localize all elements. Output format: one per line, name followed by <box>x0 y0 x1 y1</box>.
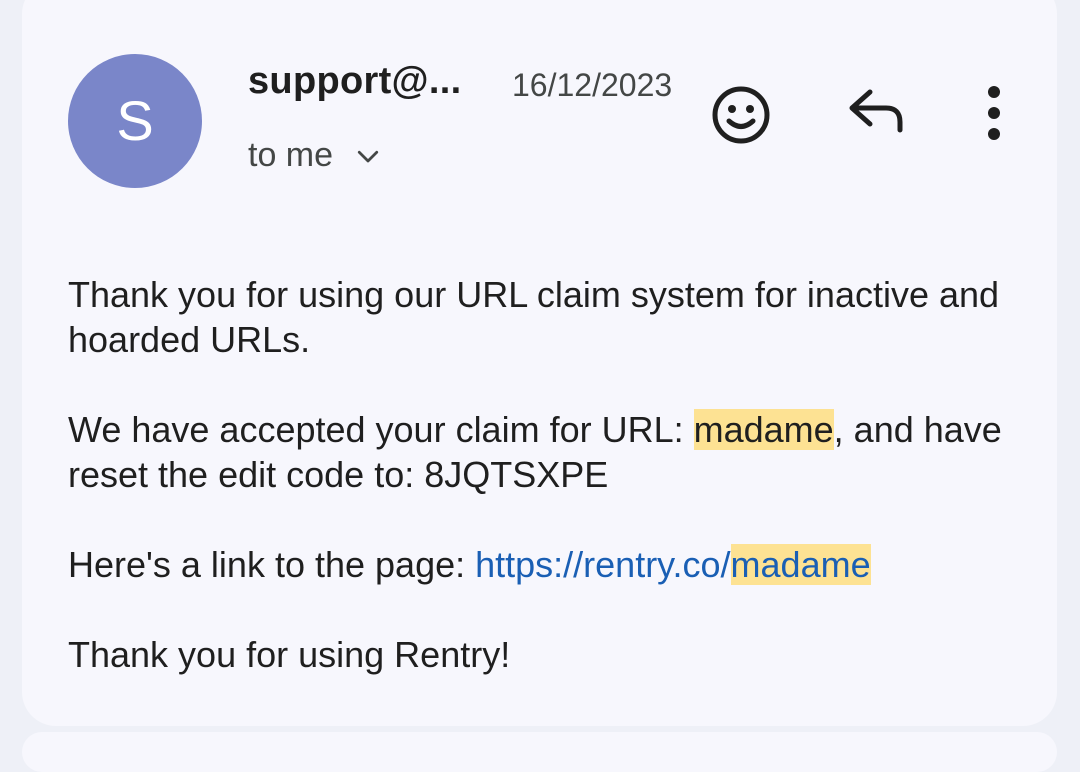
claim-text: We have accepted your claim for URL: <box>68 409 694 450</box>
reply-arrow-icon[interactable] <box>844 84 910 144</box>
body-paragraph-3: Here's a link to the page: https://rentr… <box>68 542 1028 587</box>
page-link-prefix: https://rentry.co/ <box>475 544 731 585</box>
sender-name[interactable]: support@... <box>248 60 461 103</box>
page-link[interactable]: https://rentry.co/madame <box>475 544 871 585</box>
body-paragraph-1: Thank you for using our URL claim system… <box>68 272 1028 362</box>
highlighted-url-name: madame <box>693 409 834 450</box>
body-paragraph-4: Thank you for using Rentry! <box>68 632 1028 677</box>
more-vertical-icon[interactable] <box>968 80 1020 146</box>
recipient-label: to me <box>248 136 334 174</box>
smiley-face-icon[interactable] <box>708 82 774 148</box>
avatar-initial: S <box>116 89 154 152</box>
chevron-down-icon <box>357 150 379 162</box>
link-intro-text: Here's a link to the page: <box>68 544 476 585</box>
body-paragraph-2: We have accepted your claim for URL: mad… <box>68 407 1028 497</box>
closing-text: Thank you for using Rentry! <box>68 634 511 675</box>
page-link-highlight: madame <box>730 544 871 585</box>
email-date: 16/12/2023 <box>512 67 673 103</box>
sender-avatar[interactable]: S <box>68 54 202 188</box>
next-message-card[interactable] <box>22 732 1057 772</box>
email-body: Thank you for using our URL claim system… <box>68 272 1028 677</box>
recipient-details-toggle[interactable]: to me <box>248 136 383 175</box>
body-paragraph-1-text: Thank you for using our URL claim system… <box>68 274 1000 360</box>
